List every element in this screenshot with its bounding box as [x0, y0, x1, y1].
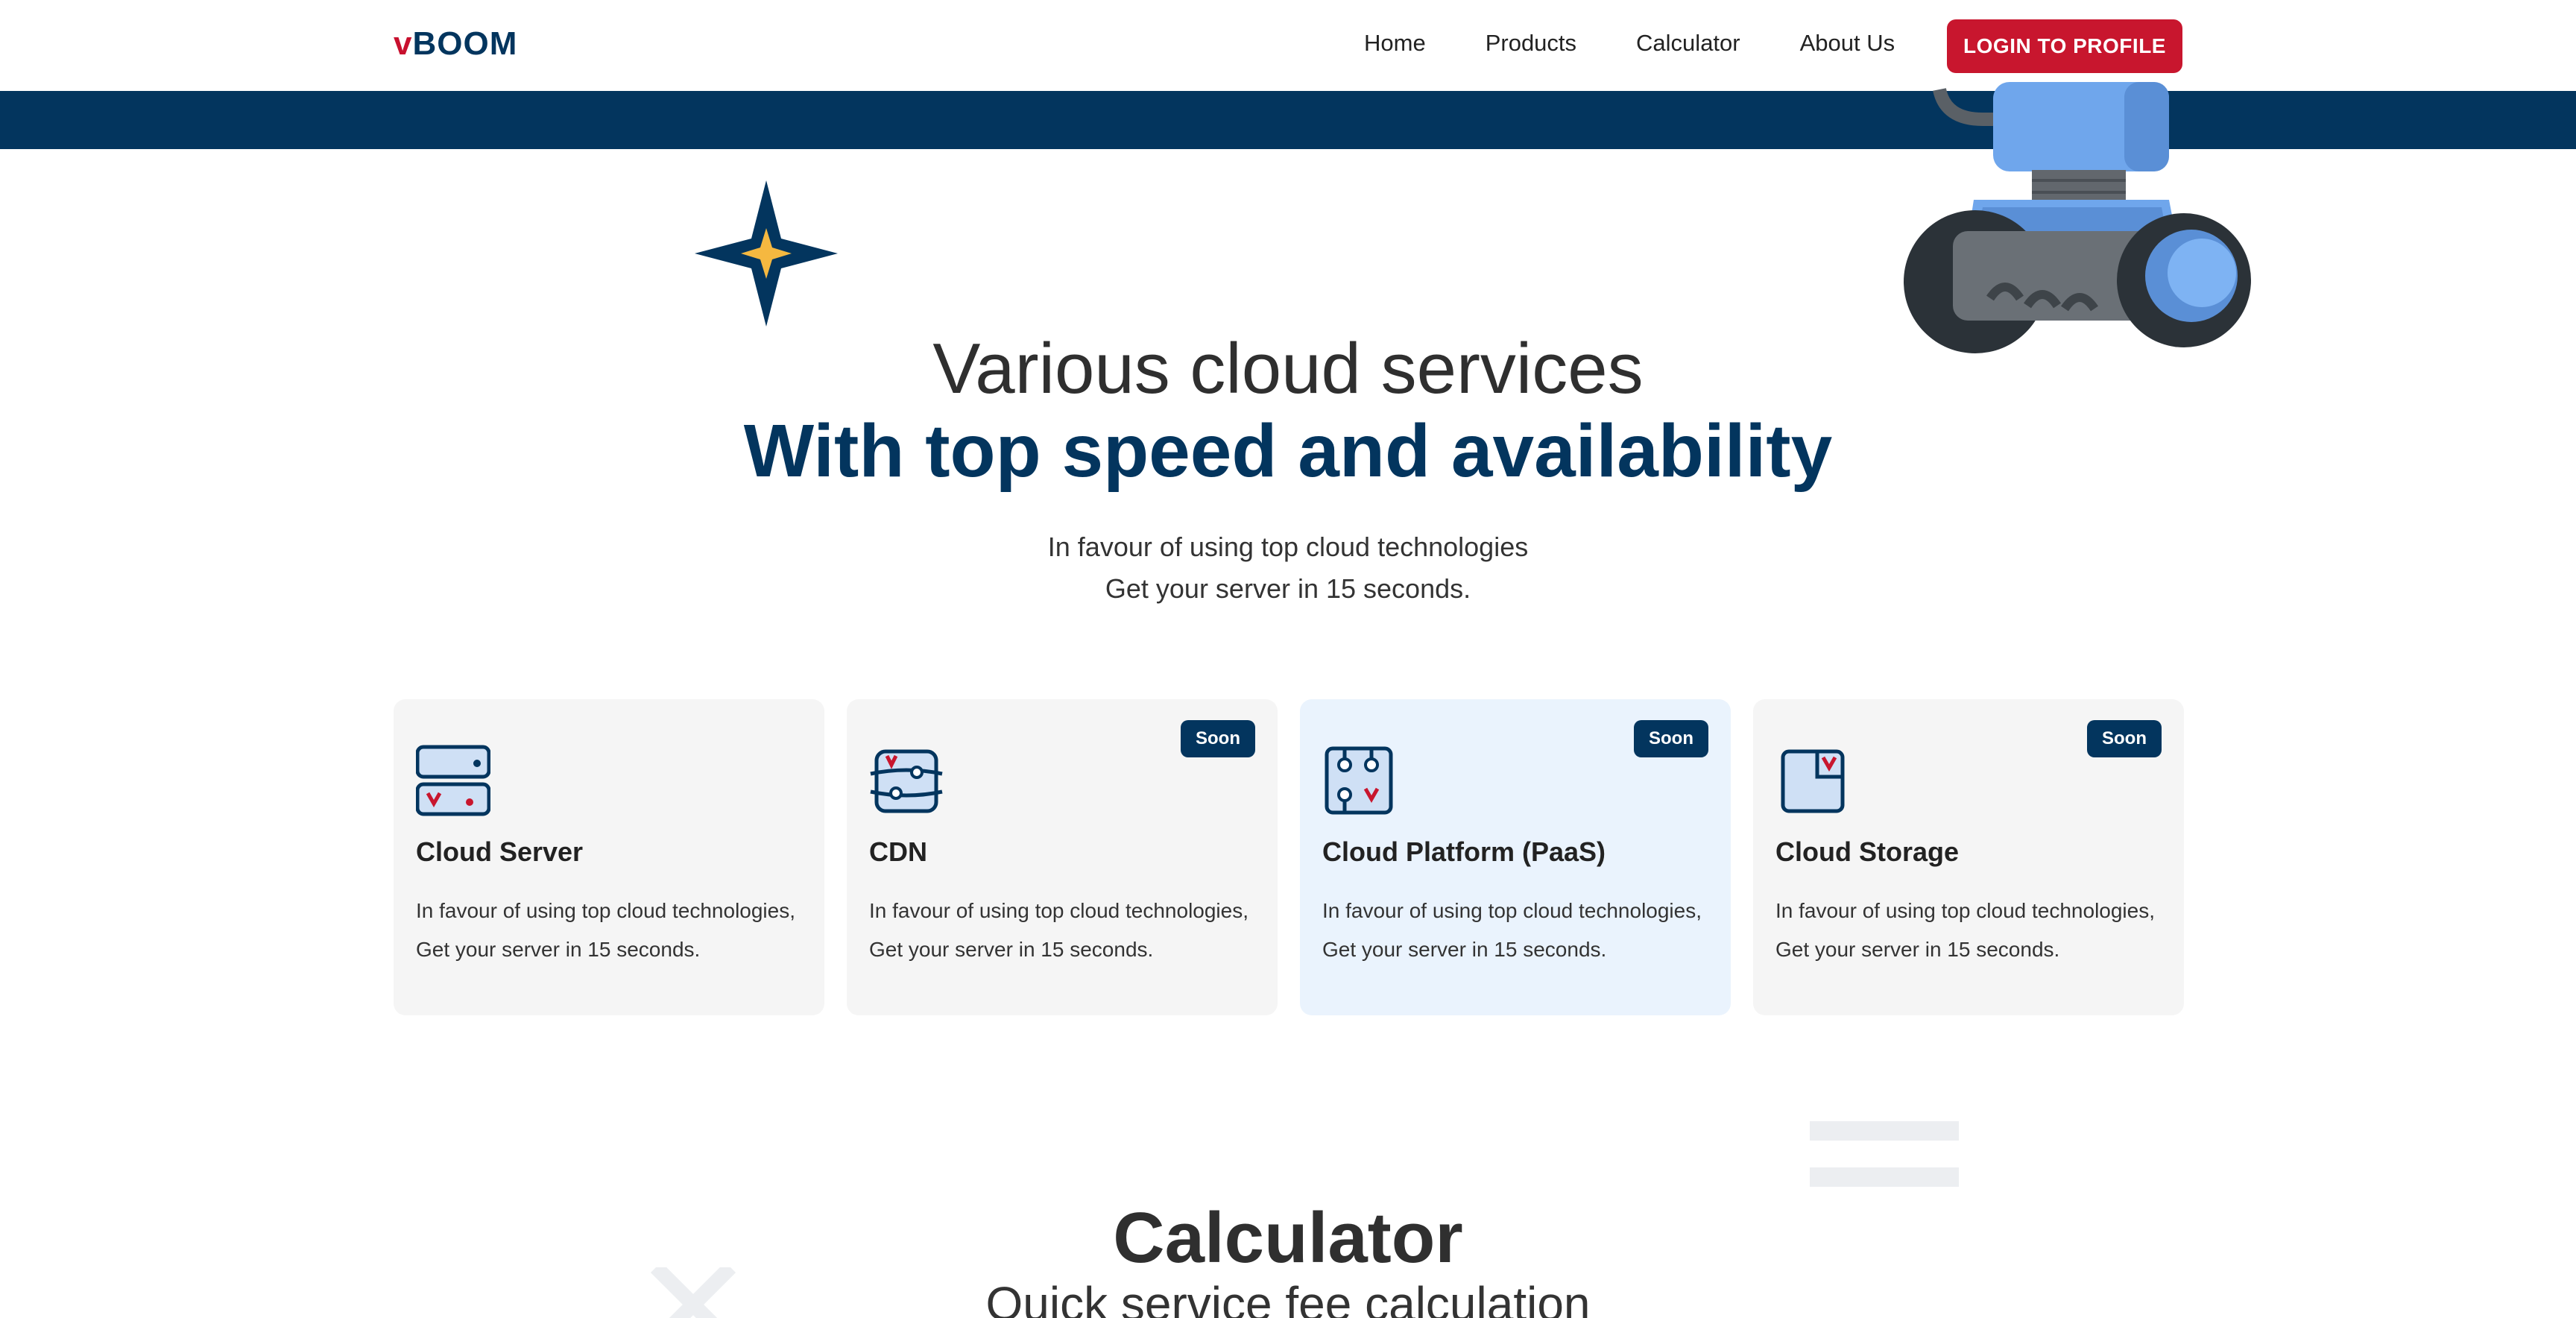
logo[interactable]: vBOOM [394, 25, 517, 63]
service-card-cdn[interactable]: Soon CDN In favour of using top cloud te… [847, 699, 1278, 1015]
soon-badge: Soon [1634, 720, 1708, 757]
nav-home[interactable]: Home [1364, 30, 1426, 57]
nav-products[interactable]: Products [1486, 30, 1576, 57]
card-desc-line2: Get your server in 15 seconds. [416, 938, 701, 961]
robot-illustration [1904, 82, 2251, 353]
calculator-title: Calculator [1113, 1198, 1463, 1278]
card-title: Cloud Storage [1775, 836, 1960, 867]
card-desc-line1: In favour of using top cloud technologie… [416, 899, 796, 922]
service-card-cloud-platform[interactable]: Soon Cloud Platform (PaaS) In favour of … [1300, 699, 1731, 1015]
card-title: Cloud Server [416, 836, 584, 867]
card-desc-line2: Get your server in 15 seconds. [869, 938, 1154, 961]
main-nav: Home Products Calculator About Us [1364, 30, 1895, 57]
card-description: In favour of using top cloud technologie… [416, 892, 811, 969]
logo-text: BOOM [412, 25, 518, 62]
card-description: In favour of using top cloud technologie… [1322, 892, 1717, 969]
hero-description: In favour of using top cloud technologie… [0, 526, 2576, 610]
card-desc-line1: In favour of using top cloud technologie… [869, 899, 1249, 922]
cdn-icon [870, 749, 943, 813]
hero-title: Various cloud services [932, 329, 1644, 409]
card-desc-line1: In favour of using top cloud technologie… [1775, 899, 2156, 922]
card-description: In favour of using top cloud technologie… [869, 892, 1264, 969]
soon-badge: Soon [1181, 720, 1255, 757]
card-description: In favour of using top cloud technologie… [1775, 892, 2171, 969]
hero-subtitle: With top speed and availability [743, 409, 1833, 493]
hero-desc-line2: Get your server in 15 seconds. [1105, 573, 1471, 604]
logo-v: v [394, 25, 413, 62]
calculator-subtitle: Quick service fee calculation [985, 1277, 1591, 1318]
soon-badge: Soon [2087, 720, 2162, 757]
hero-desc-line1: In favour of using top cloud technologie… [1047, 532, 1529, 562]
card-title: CDN [869, 836, 927, 867]
card-desc-line1: In favour of using top cloud technologie… [1322, 899, 1702, 922]
navbar: vBOOM Home Products Calculator About Us … [0, 0, 2576, 91]
service-card-cloud-server[interactable]: Cloud Server In favour of using top clou… [394, 699, 824, 1015]
star-icon [695, 180, 838, 327]
server-icon [416, 745, 490, 816]
storage-icon [1781, 749, 1845, 813]
card-desc-line2: Get your server in 15 seconds. [1322, 938, 1607, 961]
card-title: Cloud Platform (PaaS) [1322, 836, 1606, 867]
nav-calculator[interactable]: Calculator [1636, 30, 1740, 57]
login-button[interactable]: LOGIN TO PROFILE [1947, 19, 2182, 73]
lines-decoration-icon [1810, 1121, 1959, 1187]
platform-icon [1325, 746, 1393, 815]
nav-about-us[interactable]: About Us [1800, 30, 1895, 57]
service-card-cloud-storage[interactable]: Soon Cloud Storage In favour of using to… [1753, 699, 2184, 1015]
card-desc-line2: Get your server in 15 seconds. [1775, 938, 2060, 961]
